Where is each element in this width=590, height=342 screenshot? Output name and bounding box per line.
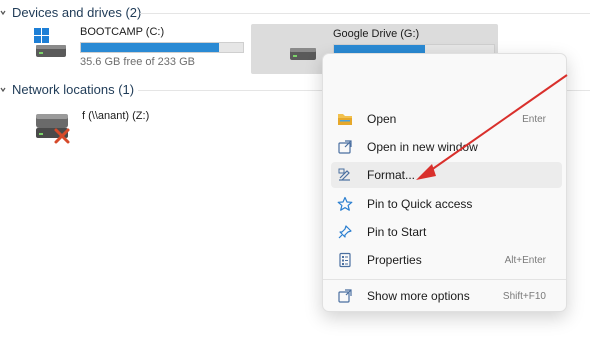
star-icon [337,196,353,212]
network-section-title: Network locations (1) [12,82,135,97]
menu-item-shortcut: Alt+Enter [504,254,546,266]
properties-icon [337,252,353,268]
menu-item-properties[interactable]: Properties Alt+Enter [331,247,558,273]
menu-item-shortcut: Shift+F10 [502,290,546,302]
menu-item-label: Show more options [367,289,470,303]
more-options-icon [337,288,353,304]
disconnected-network-drive-icon [34,110,74,146]
devices-section-title: Devices and drives (2) [12,5,142,20]
format-drive-icon [337,167,353,183]
menu-item-open[interactable]: Open Enter [331,106,558,132]
chevron-down-icon [0,87,6,92]
network-section-header[interactable]: Network locations (1) [0,82,134,97]
drive-free-space: 35.6 GB free of 233 GB [80,56,195,68]
drive-tile-z[interactable]: f (\\anant) (Z:) [34,110,149,146]
hard-drive-icon [289,40,317,64]
menu-item-label: Open [367,112,397,126]
menu-item-label: Open in new window [367,140,478,154]
menu-item-show-more-options[interactable]: Show more options Shift+F10 [331,283,558,309]
menu-item-shortcut: Enter [522,113,546,125]
file-explorer-this-pc: Devices and drives (2) BOOTCAMP (C:) 35.… [0,0,590,342]
menu-item-label: Pin to Start [367,225,427,239]
drive-name: Google Drive (G:) [333,28,420,40]
menu-item-pin-quick-access[interactable]: Pin to Quick access [331,191,558,217]
drive-name: f (\\anant) (Z:) [82,110,150,122]
drive-usage-fill [81,43,219,52]
pin-icon [337,224,353,240]
section-divider [140,13,590,14]
menu-item-open-new-window[interactable]: Open in new window [331,134,558,160]
menu-item-label: Properties [367,253,422,267]
menu-separator [323,279,566,280]
drive-usage-bar [80,42,244,53]
context-menu-toolbar [323,54,566,98]
chevron-down-icon [0,10,6,15]
devices-section-header[interactable]: Devices and drives (2) [0,5,141,20]
menu-item-label: Pin to Quick access [367,197,473,211]
menu-item-pin-to-start[interactable]: Pin to Start [331,219,558,245]
new-window-icon [337,139,353,155]
menu-item-label: Format... [367,168,416,182]
drive-name: BOOTCAMP (C:) [80,26,165,38]
menu-item-format[interactable]: Format... [331,162,562,188]
context-menu: Open Enter Open in new window Format... … [322,53,567,312]
drive-tile-c[interactable]: BOOTCAMP (C:) 35.6 GB free of 233 GB [32,26,244,68]
folder-open-icon [337,111,353,127]
windows-drive-icon [32,26,72,62]
